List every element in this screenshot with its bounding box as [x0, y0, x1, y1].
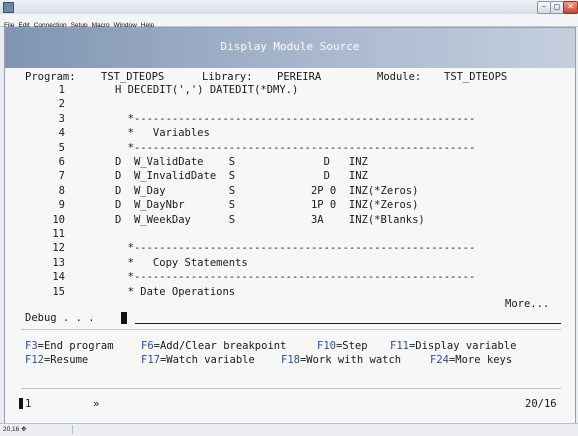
- fkey-label: =Add/Clear breakpoint: [153, 340, 287, 352]
- fkey-key: F3: [25, 340, 38, 352]
- fkey-f24[interactable]: F24=More keys: [430, 354, 512, 366]
- fkey-label: =Watch variable: [159, 354, 255, 366]
- line-number: 4: [58, 127, 65, 140]
- separator: [21, 329, 561, 330]
- maximize-button[interactable]: ◻: [550, 1, 564, 14]
- line-number: 11: [52, 228, 65, 240]
- library-value: PEREIRA: [277, 71, 322, 83]
- fkey-label: =Resume: [43, 354, 89, 366]
- library-label: Library:: [202, 71, 253, 83]
- source-line: *---------------------------------------…: [115, 271, 476, 284]
- line-number: 5: [58, 141, 65, 154]
- fkey-key: F18: [281, 354, 300, 366]
- fkey-label: =Step: [335, 340, 368, 352]
- line-number: 1: [58, 84, 65, 96]
- line-number: 2: [58, 98, 65, 111]
- terminal-screen[interactable]: Display Module Source Program: TST_DTEOP…: [4, 27, 576, 424]
- separator: [21, 388, 561, 389]
- session-number: 1: [25, 398, 32, 410]
- cursor-position: 20/16: [525, 398, 557, 410]
- shift-indicator: »: [93, 398, 100, 410]
- line-number: 14: [52, 271, 65, 284]
- status-position: 20,16 ✥: [3, 426, 27, 433]
- fkey-key: F12: [25, 354, 44, 366]
- status-cursor: [19, 398, 23, 409]
- fkey-f10[interactable]: F10=Step: [317, 340, 368, 352]
- debug-label: Debug . . .: [25, 312, 95, 324]
- source-line: D W_DayNbr S 1P 0 INZ(*Zeros): [115, 199, 419, 212]
- fkey-f17[interactable]: F17=Watch variable: [141, 354, 255, 366]
- fkey-key: F10: [317, 340, 336, 352]
- module-value: TST_DTEOPS: [444, 71, 508, 83]
- line-number: 13: [52, 256, 65, 269]
- source-line: D W_InvalidDate S D INZ: [115, 170, 368, 183]
- close-button[interactable]: ✕: [563, 1, 578, 14]
- status-pane: [72, 425, 575, 434]
- line-number: 6: [58, 156, 65, 168]
- minimize-button[interactable]: –: [537, 1, 551, 14]
- line-number: 15: [52, 285, 65, 298]
- fkey-key: F24: [430, 354, 449, 366]
- line-number: 3: [58, 112, 65, 125]
- title-bar: – ◻ ✕: [0, 0, 578, 15]
- cursor: [121, 312, 127, 324]
- fkey-label: =More keys: [448, 354, 513, 366]
- source-line: H DECEDIT(',') DATEDIT(*DMY.): [115, 84, 299, 96]
- fkey-key: F17: [141, 354, 160, 366]
- line-number: 7: [58, 170, 65, 183]
- fkey-f12[interactable]: F12=Resume: [25, 354, 88, 366]
- fkey-label: =Display variable: [408, 340, 517, 352]
- module-label: Module:: [377, 71, 422, 83]
- fkey-key: F11: [390, 340, 409, 352]
- fkey-f3[interactable]: F3=End program: [25, 340, 114, 352]
- program-label: Program:: [25, 71, 76, 83]
- line-number: 9: [58, 199, 65, 212]
- fkey-f6[interactable]: F6=Add/Clear breakpoint: [141, 340, 286, 352]
- fkey-f11[interactable]: F11=Display variable: [390, 340, 516, 352]
- screen-title: Display Module Source: [220, 40, 360, 53]
- menu-bar: File Edit Connection Setup Macro Window Help: [0, 14, 578, 29]
- source-line: * Copy Statements: [115, 256, 248, 269]
- fkey-label: =End program: [37, 340, 114, 352]
- source-line: *---------------------------------------…: [115, 112, 476, 125]
- app-icon: [3, 2, 14, 13]
- source-line: *---------------------------------------…: [115, 242, 476, 255]
- source-line: D W_Day S 2P 0 INZ(*Zeros): [115, 184, 419, 197]
- fkey-key: F6: [141, 340, 154, 352]
- program-value: TST_DTEOPS: [101, 71, 165, 83]
- source-line: D W_WeekDay S 3A INZ(*Blanks): [115, 213, 425, 226]
- source-line: *---------------------------------------…: [115, 141, 476, 154]
- source-line: * Variables: [115, 127, 210, 140]
- line-number: 12: [52, 242, 65, 255]
- source-line: D W_ValidDate S D INZ: [115, 156, 368, 168]
- debug-input[interactable]: [135, 323, 561, 324]
- more-indicator: More...: [505, 298, 550, 310]
- fkey-f18[interactable]: F18=Work with watch: [281, 354, 401, 366]
- fkey-label: =Work with watch: [299, 354, 402, 366]
- line-number: 8: [58, 184, 65, 197]
- line-number: 10: [52, 213, 65, 226]
- status-bar: 20,16 ✥: [0, 423, 578, 436]
- source-line: * Date Operations: [115, 285, 236, 298]
